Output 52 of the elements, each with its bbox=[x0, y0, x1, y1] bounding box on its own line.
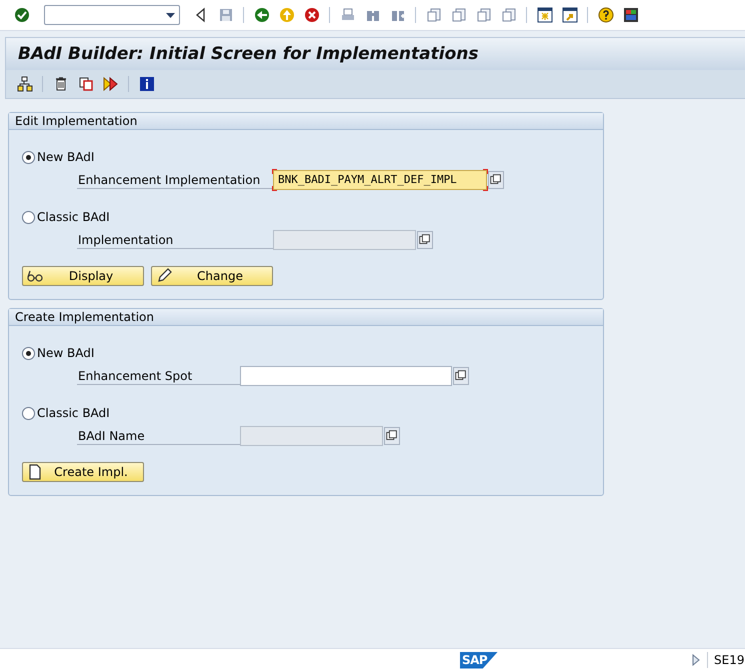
radio-label: Classic BAdI bbox=[37, 406, 110, 420]
radio-label: New BAdI bbox=[37, 346, 94, 360]
enter-icon bbox=[14, 7, 30, 23]
caret-icon bbox=[166, 12, 175, 18]
radio-button[interactable] bbox=[22, 210, 35, 224]
transaction-code: SE19 bbox=[714, 653, 744, 667]
print-icon bbox=[340, 7, 356, 23]
previous-page-icon bbox=[450, 7, 466, 23]
value-help-button[interactable] bbox=[488, 171, 504, 189]
value-help-button[interactable] bbox=[384, 427, 400, 445]
last-page-icon bbox=[500, 7, 516, 23]
first-page-icon bbox=[426, 7, 442, 23]
shortcut-icon bbox=[562, 7, 578, 23]
radio-option[interactable]: Classic BAdI bbox=[22, 210, 110, 224]
radio-button[interactable] bbox=[22, 150, 35, 164]
hierarchy-icon bbox=[16, 76, 32, 92]
save-icon bbox=[218, 7, 234, 23]
radio-label: Classic BAdI bbox=[37, 210, 110, 224]
radio-option[interactable]: New BAdI bbox=[22, 346, 94, 360]
glasses-icon bbox=[27, 268, 43, 284]
radio-option[interactable]: New BAdI bbox=[22, 150, 94, 164]
next-page-icon bbox=[476, 7, 492, 23]
command-field[interactable] bbox=[44, 5, 180, 25]
layout-icon bbox=[622, 7, 638, 23]
info-icon bbox=[138, 76, 154, 92]
help-icon bbox=[598, 7, 614, 23]
radio-button[interactable] bbox=[22, 346, 35, 360]
pencil-icon bbox=[156, 268, 172, 284]
action-button[interactable]: Change bbox=[151, 266, 273, 286]
expand-triangle-icon[interactable] bbox=[692, 654, 700, 666]
radio-option[interactable]: Classic BAdI bbox=[22, 406, 110, 420]
copy-icon bbox=[78, 76, 94, 92]
value-help-button[interactable] bbox=[453, 367, 469, 385]
action-button[interactable]: Create Impl. bbox=[22, 462, 144, 482]
group-title: Edit Implementation bbox=[9, 113, 603, 130]
input-field[interactable]: BNK_BADI_PAYM_ALRT_DEF_IMPL bbox=[273, 170, 487, 190]
value-help-button[interactable] bbox=[417, 231, 433, 249]
radio-button[interactable] bbox=[22, 406, 35, 420]
action-button[interactable]: Display bbox=[22, 266, 144, 286]
group-title: Create Implementation bbox=[9, 309, 603, 326]
field-label: Enhancement Implementation bbox=[77, 171, 273, 189]
field-label: Implementation bbox=[77, 231, 273, 249]
radio-label: New BAdI bbox=[37, 150, 94, 164]
page-icon bbox=[27, 464, 43, 480]
cancel-icon bbox=[304, 7, 320, 23]
exit-icon bbox=[278, 7, 294, 23]
screen-title: BAdI Builder: Initial Screen for Implementations bbox=[6, 38, 745, 70]
test-icon bbox=[102, 76, 118, 92]
new-session-icon bbox=[536, 7, 552, 23]
input-field[interactable] bbox=[240, 366, 452, 386]
sap-logo: SAP bbox=[460, 652, 498, 668]
back-icon bbox=[254, 7, 270, 23]
